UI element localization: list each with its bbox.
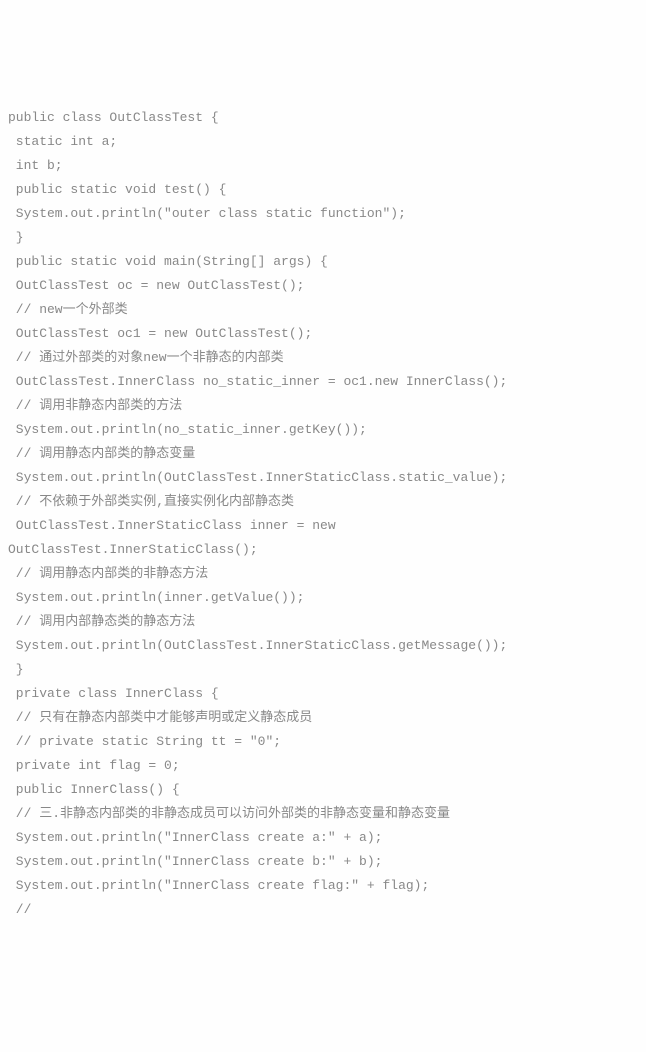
code-line: OutClassTest.InnerStaticClass(); [0, 538, 646, 562]
code-line: } [0, 226, 646, 250]
code-line: private int flag = 0; [0, 754, 646, 778]
code-line: // new一个外部类 [0, 298, 646, 322]
code-line: System.out.println("InnerClass create a:… [0, 826, 646, 850]
code-line: // [0, 898, 646, 922]
code-line: System.out.println(no_static_inner.getKe… [0, 418, 646, 442]
code-line: OutClassTest.InnerStaticClass inner = ne… [0, 514, 646, 538]
code-line: public static void main(String[] args) { [0, 250, 646, 274]
code-line: OutClassTest.InnerClass no_static_inner … [0, 370, 646, 394]
code-line: System.out.println(OutClassTest.InnerSta… [0, 634, 646, 658]
code-line: OutClassTest oc = new OutClassTest(); [0, 274, 646, 298]
code-line: // 三.非静态内部类的非静态成员可以访问外部类的非静态变量和静态变量 [0, 802, 646, 826]
code-line: // 调用非静态内部类的方法 [0, 394, 646, 418]
code-line: static int a; [0, 130, 646, 154]
code-line: // private static String tt = "0"; [0, 730, 646, 754]
code-line: // 调用内部静态类的静态方法 [0, 610, 646, 634]
code-line: public static void test() { [0, 178, 646, 202]
code-line: // 通过外部类的对象new一个非静态的内部类 [0, 346, 646, 370]
code-line: public class OutClassTest { [0, 106, 646, 130]
code-line: // 只有在静态内部类中才能够声明或定义静态成员 [0, 706, 646, 730]
code-line: // 调用静态内部类的非静态方法 [0, 562, 646, 586]
code-line: public InnerClass() { [0, 778, 646, 802]
code-line: private class InnerClass { [0, 682, 646, 706]
code-line: OutClassTest oc1 = new OutClassTest(); [0, 322, 646, 346]
code-line: int b; [0, 154, 646, 178]
code-line: System.out.println("InnerClass create fl… [0, 874, 646, 898]
code-line: // 调用静态内部类的静态变量 [0, 442, 646, 466]
code-line: } [0, 658, 646, 682]
code-line: System.out.println(inner.getValue()); [0, 586, 646, 610]
code-line: System.out.println("outer class static f… [0, 202, 646, 226]
code-block: public class OutClassTest { static int a… [0, 106, 646, 922]
code-line: System.out.println(OutClassTest.InnerSta… [0, 466, 646, 490]
code-line: System.out.println("InnerClass create b:… [0, 850, 646, 874]
code-line: // 不依赖于外部类实例,直接实例化内部静态类 [0, 490, 646, 514]
